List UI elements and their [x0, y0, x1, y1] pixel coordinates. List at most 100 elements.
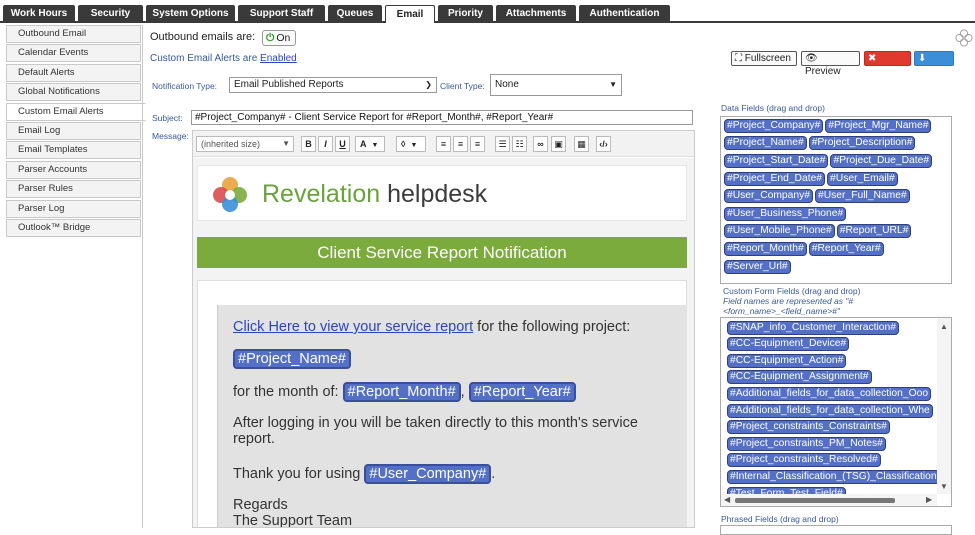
menu-item-outlook-bridge[interactable]: Outlook™ Bridge: [6, 218, 141, 237]
table-icon[interactable]: ▦: [574, 136, 589, 152]
menu-item-global-notifications[interactable]: Global Notifications: [6, 83, 141, 102]
message-editor[interactable]: (inherited size) ▼ B I U A ▼ ◊ ▼ ≡ ≡ ≡ ☰ ☷…: [192, 130, 695, 528]
data-field-chip[interactable]: #Report_URL#: [836, 224, 912, 239]
custom-field-chip[interactable]: #Project_constraints_Constraints#: [727, 420, 890, 435]
data-field-chip[interactable]: #Project_Due_Date#: [830, 153, 933, 168]
custom-field-chip[interactable]: #Project_constraints_PM_Notes#: [727, 436, 886, 451]
menu-item-default-alerts[interactable]: Default Alerts: [6, 63, 141, 82]
save-button[interactable]: ⬇ Save: [914, 51, 954, 77]
tab-security[interactable]: Security: [78, 5, 143, 22]
align-right-icon[interactable]: ≡: [470, 136, 485, 152]
app-logo-icon: [955, 29, 973, 47]
link-icon[interactable]: ∞: [533, 136, 548, 152]
scroll-right-icon[interactable]: ▶: [926, 495, 932, 504]
message-body: Click Here to view your service report f…: [217, 305, 687, 528]
fullscreen-button[interactable]: ⛶ Fullscreen: [731, 51, 797, 66]
source-code-icon[interactable]: ‹/›: [596, 136, 611, 152]
menu-item-parser-accounts[interactable]: Parser Accounts: [6, 160, 141, 179]
data-field-chip[interactable]: #Project_Description#: [808, 136, 916, 151]
underline-button[interactable]: U: [335, 136, 350, 152]
data-field-chip[interactable]: #Project_Name#: [724, 136, 807, 151]
service-report-link[interactable]: Click Here to view your service report: [233, 319, 473, 335]
on-label: On: [276, 32, 291, 44]
phrased-fields-label: Phrased Fields (drag and drop): [721, 514, 839, 524]
tab-system-options[interactable]: System Options: [146, 5, 235, 22]
client-type-select[interactable]: None ▼: [490, 74, 622, 96]
vertical-scrollbar[interactable]: ▲ ▼: [937, 318, 951, 494]
scrollbar-thumb[interactable]: [735, 498, 895, 503]
custom-fields-panel[interactable]: #SNAP_info_Customer_Interaction# #CC-Equi…: [720, 317, 952, 507]
custom-field-chip[interactable]: #SNAP_info_Customer_Interaction#: [727, 320, 899, 335]
bullet-list-icon[interactable]: ☰: [495, 136, 510, 152]
outbound-toggle-button[interactable]: ⏻ On: [262, 30, 296, 46]
message-label: Message:: [152, 131, 189, 141]
bold-button[interactable]: B: [301, 136, 316, 152]
menu-item-custom-email-alerts[interactable]: Custom Email Alerts: [6, 102, 146, 121]
report-year-tag[interactable]: #Report_Year#: [468, 382, 576, 402]
tab-authentication[interactable]: Authentication: [579, 5, 670, 22]
data-field-chip[interactable]: #Project_Mgr_Name#: [825, 118, 932, 133]
image-icon[interactable]: ▣: [551, 136, 566, 152]
custom-field-chip[interactable]: #Additional_fields_for_data_collection_O…: [727, 386, 932, 401]
align-left-icon[interactable]: ≡: [436, 136, 451, 152]
notification-type-label: Notification Type:: [152, 81, 218, 91]
editor-toolbar: (inherited size) ▼ B I U A ▼ ◊ ▼ ≡ ≡ ≡ ☰ ☷…: [193, 131, 694, 157]
scroll-up-icon[interactable]: ▲: [940, 322, 948, 331]
align-center-icon[interactable]: ≡: [453, 136, 468, 152]
menu-item-email-templates[interactable]: Email Templates: [6, 141, 141, 160]
preview-button[interactable]: 👁 Preview: [801, 51, 860, 77]
data-field-chip[interactable]: #Project_Company#: [724, 118, 824, 133]
data-field-chip[interactable]: #User_Full_Name#: [815, 189, 910, 204]
custom-field-chip[interactable]: #Additional_fields_for_data_collection_W…: [727, 403, 933, 418]
menu-item-parser-log[interactable]: Parser Log: [6, 199, 141, 218]
data-field-chip[interactable]: #User_Mobile_Phone#: [724, 224, 835, 239]
font-color-button[interactable]: A ▼: [355, 136, 385, 152]
italic-button[interactable]: I: [318, 136, 333, 152]
menu-item-calendar-events[interactable]: Calendar Events: [6, 44, 141, 63]
chevron-down-icon: ❯: [425, 80, 432, 89]
horizontal-scrollbar[interactable]: ◀ ▶: [721, 494, 937, 506]
tab-work-hours[interactable]: Work Hours: [3, 5, 75, 22]
menu-item-outbound-email[interactable]: Outbound Email: [6, 25, 141, 43]
custom-field-chip[interactable]: #CC-Equipment_Action#: [727, 353, 847, 368]
cancel-button[interactable]: ✖ Cancel: [864, 51, 911, 77]
data-field-chip[interactable]: #User_Email#: [827, 171, 898, 186]
custom-field-chip[interactable]: #CC-Equipment_Device#: [727, 337, 850, 352]
highlight-color-button[interactable]: ◊ ▼: [396, 136, 426, 152]
caret-down-icon: ▼: [609, 80, 617, 89]
menu-item-parser-rules[interactable]: Parser Rules: [6, 180, 141, 199]
top-tab-bar: Work Hours Security System Options Support …: [0, 0, 975, 23]
report-month-tag[interactable]: #Report_Month#: [342, 382, 461, 402]
menu-item-email-log[interactable]: Email Log: [6, 121, 141, 140]
data-field-chip[interactable]: #User_Business_Phone#: [724, 206, 847, 221]
left-menu-divider: [142, 25, 143, 528]
data-field-chip[interactable]: #Server_Url#: [724, 259, 791, 274]
tab-queues[interactable]: Queues: [328, 5, 382, 22]
project-name-tag[interactable]: #Project_Name#: [233, 349, 351, 369]
team-signature: The Support Team: [233, 513, 353, 528]
message-body-frame: Click Here to view your service report f…: [197, 280, 687, 528]
subject-input[interactable]: #Project_Company# - Client Service Repor…: [191, 110, 693, 125]
data-fields-panel: #Project_Company# #Project_Mgr_Name# #Proj…: [720, 116, 952, 284]
data-field-chip[interactable]: #Project_Start_Date#: [724, 153, 829, 168]
data-field-chip[interactable]: #User_Company#: [724, 189, 813, 204]
tab-support-staff[interactable]: Support Staff: [238, 5, 325, 22]
alerts-status-text: Custom Email Alerts are Enabled: [150, 53, 297, 64]
scroll-down-icon[interactable]: ▼: [940, 482, 948, 491]
custom-field-chip[interactable]: #CC-Equipment_Assignment#: [727, 370, 872, 385]
custom-field-chip[interactable]: #Internal_Classification_(TSG)_Classific…: [727, 469, 939, 484]
data-field-chip[interactable]: #Report_Year#: [808, 241, 884, 256]
numbered-list-icon[interactable]: ☷: [512, 136, 527, 152]
data-field-chip[interactable]: #Report_Month#: [724, 241, 807, 256]
user-company-tag[interactable]: #User_Company#: [364, 464, 492, 484]
tab-attachments[interactable]: Attachments: [496, 5, 576, 22]
notification-type-select[interactable]: Email Published Reports ❯: [229, 77, 437, 93]
tab-priority[interactable]: Priority: [438, 5, 493, 22]
font-size-select[interactable]: (inherited size) ▼: [196, 136, 294, 152]
custom-field-chip[interactable]: #Project_constraints_Resolved#: [727, 453, 881, 468]
data-field-chip[interactable]: #Project_End_Date#: [724, 171, 826, 186]
scroll-left-icon[interactable]: ◀: [724, 495, 730, 504]
tab-email[interactable]: Email: [385, 5, 435, 23]
alerts-status-link[interactable]: Enabled: [260, 53, 297, 64]
message-document: Revelation helpdesk Client Service Repor…: [193, 158, 694, 528]
